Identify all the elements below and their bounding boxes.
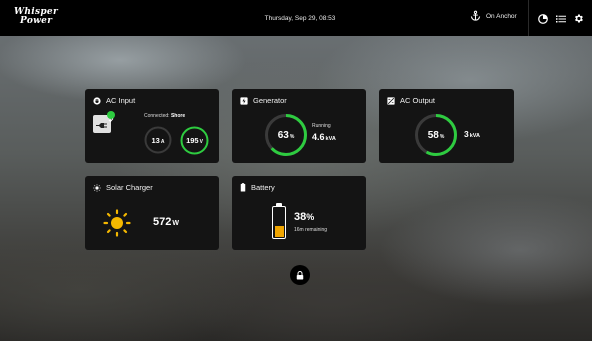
ac-output-card[interactable]: AC Output 58% 3 kVA (379, 89, 514, 163)
gear-icon[interactable] (573, 13, 584, 24)
battery-remaining: 16m remaining (294, 227, 328, 233)
connected-source: Shore (170, 113, 186, 119)
voltage-gauge: 195 V (180, 126, 209, 155)
battery-card[interactable]: Battery 38% 16m remaining (232, 176, 366, 250)
voltage-unit: V (199, 139, 203, 145)
ac-input-card[interactable]: AC Input Connected: Shore 13 A 195 V (85, 89, 219, 163)
current-gauge: 13 A (144, 126, 172, 154)
anchor-status-button[interactable]: On Anchor (470, 10, 517, 22)
generator-card[interactable]: Generator 63% Running 4.6 kVA (232, 89, 366, 163)
battery-title: Battery (251, 183, 275, 192)
lock-icon (296, 270, 304, 279)
ac-output-icon (387, 96, 395, 105)
connected-label: Connected: (144, 113, 170, 119)
ac-output-title: AC Output (400, 96, 436, 105)
ac-output-power-unit: kVA (469, 133, 481, 139)
brand-logo: Whisper Power (14, 7, 58, 26)
battery-level-icon (272, 203, 286, 239)
battery-percent: 38 (294, 211, 307, 223)
generator-icon (240, 96, 248, 105)
solar-power-unit: W (172, 220, 179, 227)
generator-power: 4.6 (312, 132, 325, 142)
list-icon[interactable] (556, 15, 566, 23)
top-bar: Whisper Power Thursday, Sep 29, 08:53 On… (0, 0, 592, 36)
background-image (0, 0, 592, 341)
divider (528, 0, 529, 36)
ac-output-percent: 58 (427, 129, 439, 141)
shore-power-icon (93, 111, 115, 133)
current-unit: A (160, 138, 165, 145)
anchor-status-label: On Anchor (486, 12, 517, 20)
solar-title: Solar Charger (106, 183, 153, 192)
battery-small-icon (240, 183, 246, 192)
date-time: Thursday, Sep 29, 08:53 (264, 15, 336, 22)
ac-input-title: AC Input (106, 96, 136, 105)
generator-power-unit: kVA (325, 136, 336, 142)
plug-icon (93, 96, 101, 105)
contrast-icon[interactable] (538, 14, 548, 24)
anchor-icon (470, 10, 481, 21)
battery-percent-unit: % (306, 212, 315, 222)
voltage-value: 195 (186, 136, 199, 145)
check-icon (107, 111, 115, 123)
ac-output-power: 3 (464, 129, 469, 139)
ac-output-gauge: 58% (414, 113, 458, 157)
lock-button[interactable] (290, 265, 310, 285)
sun-icon (103, 209, 131, 237)
solar-power: 572 (153, 216, 172, 228)
ac-output-percent-unit: % (439, 133, 445, 140)
generator-percent: 63 (277, 129, 289, 141)
current-value: 13 (151, 135, 160, 145)
sun-small-icon (93, 183, 101, 192)
solar-charger-card[interactable]: Solar Charger 572 W (85, 176, 219, 250)
generator-gauge: 63% (264, 113, 308, 157)
generator-status: Running (312, 123, 331, 129)
generator-percent-unit: % (289, 133, 295, 140)
generator-title: Generator (253, 96, 287, 105)
